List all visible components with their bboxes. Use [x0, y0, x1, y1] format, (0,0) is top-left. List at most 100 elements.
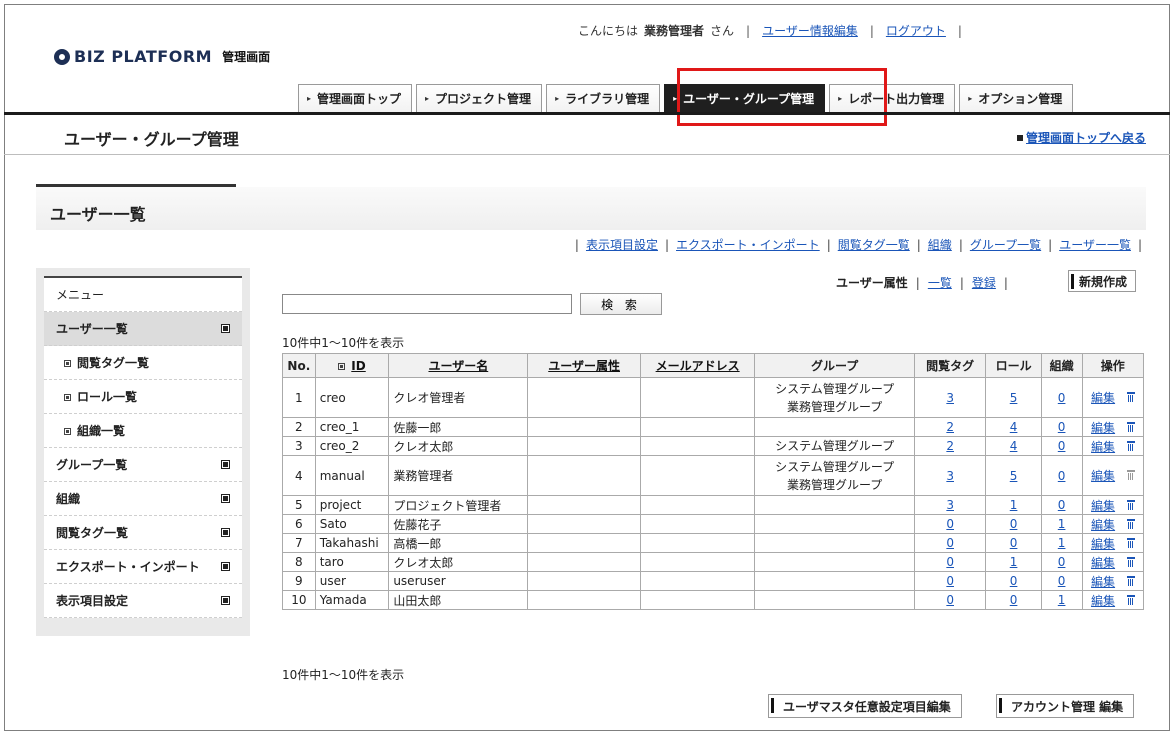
- logo-mark-icon: [54, 48, 70, 65]
- row-groups-cell: [754, 590, 915, 610]
- row-org-link[interactable]: 1: [1058, 536, 1066, 550]
- user-attr-label: ユーザー属性: [836, 276, 908, 290]
- row-role-link[interactable]: 0: [1010, 593, 1018, 607]
- user-edit-link[interactable]: ユーザー情報編集: [762, 22, 858, 39]
- row-view-tag-link[interactable]: 3: [946, 469, 954, 483]
- col-email[interactable]: メールアドレス: [639, 353, 756, 378]
- col-role: ロール: [985, 353, 1042, 378]
- sub-link-3[interactable]: 組織: [928, 236, 952, 253]
- col-id[interactable]: ID: [314, 353, 390, 378]
- row-org-link[interactable]: 0: [1058, 420, 1066, 434]
- trash-icon[interactable]: [1126, 518, 1135, 529]
- trash-icon[interactable]: [1126, 392, 1135, 402]
- row-view-tag-link[interactable]: 3: [946, 391, 954, 405]
- edit-link[interactable]: 編集: [1091, 537, 1115, 551]
- row-org-link[interactable]: 0: [1058, 574, 1066, 588]
- search-input[interactable]: [282, 294, 572, 314]
- col-user-attr[interactable]: ユーザー属性: [527, 353, 641, 378]
- row-org-link[interactable]: 1: [1058, 517, 1066, 531]
- row-actions-cell: 編集: [1081, 514, 1145, 534]
- account-management-edit-button[interactable]: アカウント管理 編集: [996, 694, 1135, 718]
- row-org-link-cell: 1: [1040, 514, 1083, 534]
- trash-icon[interactable]: [1126, 575, 1135, 586]
- row-view-tag-link[interactable]: 0: [946, 555, 954, 569]
- row-role-link[interactable]: 5: [1010, 391, 1018, 405]
- row-org-link[interactable]: 0: [1058, 439, 1066, 453]
- nav-tab-5[interactable]: ▸ オプション管理: [959, 84, 1074, 112]
- edit-link[interactable]: 編集: [1091, 421, 1115, 435]
- nav-tab-0[interactable]: ▸ 管理画面トップ: [298, 84, 413, 112]
- sidebar-item-6[interactable]: 閲覧タグ一覧: [44, 516, 242, 550]
- nav-tab-2[interactable]: ▸ ライブラリ管理: [546, 84, 661, 112]
- col-username[interactable]: ユーザー名: [388, 353, 529, 378]
- row-view-tag-link[interactable]: 0: [946, 536, 954, 550]
- search-button[interactable]: 検 索: [580, 293, 662, 315]
- row-org-link[interactable]: 1: [1058, 593, 1066, 607]
- row-org-link[interactable]: 0: [1058, 498, 1066, 512]
- row-org-link[interactable]: 0: [1058, 555, 1066, 569]
- sort-icon: [338, 362, 346, 370]
- row-role-link-cell: 1: [985, 552, 1042, 572]
- row-view-tag-link[interactable]: 2: [946, 439, 954, 453]
- sidebar-item-7[interactable]: エクスポート・インポート: [44, 550, 242, 584]
- sidebar-item-0[interactable]: ユーザー一覧: [44, 312, 242, 346]
- row-view-tag-link[interactable]: 0: [946, 574, 954, 588]
- trash-icon: [1126, 470, 1135, 480]
- edit-link[interactable]: 編集: [1091, 440, 1115, 454]
- row-no-cell: 8: [282, 552, 316, 572]
- user-attr-links: ユーザー属性 | 一覧 | 登録 |: [836, 274, 1016, 291]
- sidebar-item-8[interactable]: 表示項目設定: [44, 584, 242, 618]
- row-role-link[interactable]: 4: [1010, 439, 1018, 453]
- trash-icon[interactable]: [1126, 556, 1135, 567]
- edit-link[interactable]: 編集: [1091, 518, 1115, 532]
- current-user-name: 業務管理者: [644, 24, 705, 38]
- row-org-link[interactable]: 0: [1058, 391, 1066, 405]
- sub-link-5[interactable]: ユーザー一覧: [1059, 236, 1131, 253]
- back-to-top-link[interactable]: 管理画面トップへ戻る: [1016, 129, 1146, 146]
- row-role-link[interactable]: 1: [1010, 498, 1018, 512]
- trash-icon[interactable]: [1126, 499, 1135, 510]
- col-id-label: ID: [351, 358, 366, 373]
- edit-link[interactable]: 編集: [1091, 391, 1115, 405]
- row-org-link[interactable]: 0: [1058, 469, 1066, 483]
- new-create-button[interactable]: 新規作成: [1068, 270, 1137, 292]
- sub-link-2[interactable]: 閲覧タグ一覧: [838, 236, 910, 253]
- row-role-link[interactable]: 1: [1010, 555, 1018, 569]
- back-to-top-label[interactable]: 管理画面トップへ戻る: [1026, 129, 1146, 146]
- user-attr-list-link[interactable]: 一覧: [928, 274, 952, 291]
- user-attr-register-link[interactable]: 登録: [972, 274, 996, 291]
- row-view-tag-link[interactable]: 2: [946, 420, 954, 434]
- nav-tab-1[interactable]: ▸ プロジェクト管理: [416, 84, 543, 112]
- sub-link-4[interactable]: グループ一覧: [970, 236, 1041, 253]
- sub-link-0[interactable]: 表示項目設定: [586, 236, 658, 253]
- user-master-edit-button[interactable]: ユーザマスタ任意設定項目編集: [768, 694, 962, 718]
- row-role-link[interactable]: 0: [1010, 536, 1018, 550]
- row-role-link[interactable]: 4: [1010, 420, 1018, 434]
- edit-link[interactable]: 編集: [1091, 556, 1115, 570]
- row-role-link[interactable]: 0: [1010, 574, 1018, 588]
- row-view-tag-link-cell: 0: [913, 571, 987, 591]
- row-role-link[interactable]: 5: [1010, 469, 1018, 483]
- trash-icon[interactable]: [1126, 594, 1135, 605]
- sidebar-item-3[interactable]: 組織一覧: [44, 414, 242, 448]
- sidebar-item-1[interactable]: 閲覧タグ一覧: [44, 346, 242, 380]
- edit-link[interactable]: 編集: [1091, 594, 1115, 608]
- trash-icon[interactable]: [1126, 440, 1135, 451]
- row-view-tag-link[interactable]: 0: [946, 593, 954, 607]
- sidebar-item-text: ロール一覧: [64, 388, 137, 405]
- row-id: Yamada: [319, 593, 367, 607]
- row-view-tag-link[interactable]: 3: [946, 498, 954, 512]
- row-view-tag-link[interactable]: 0: [946, 517, 954, 531]
- edit-link[interactable]: 編集: [1091, 499, 1115, 513]
- sidebar-item-4[interactable]: グループ一覧: [44, 448, 242, 482]
- sub-link-1[interactable]: エクスポート・インポート: [676, 236, 820, 253]
- sidebar-item-2[interactable]: ロール一覧: [44, 380, 242, 414]
- edit-link[interactable]: 編集: [1091, 469, 1115, 483]
- logout-link[interactable]: ログアウト: [886, 22, 946, 39]
- trash-icon[interactable]: [1126, 537, 1135, 548]
- edit-link[interactable]: 編集: [1091, 575, 1115, 589]
- row-role-link[interactable]: 0: [1010, 517, 1018, 531]
- trash-icon[interactable]: [1126, 421, 1135, 432]
- sidebar-item-5[interactable]: 組織: [44, 482, 242, 516]
- row-org-link-cell: 0: [1040, 436, 1083, 456]
